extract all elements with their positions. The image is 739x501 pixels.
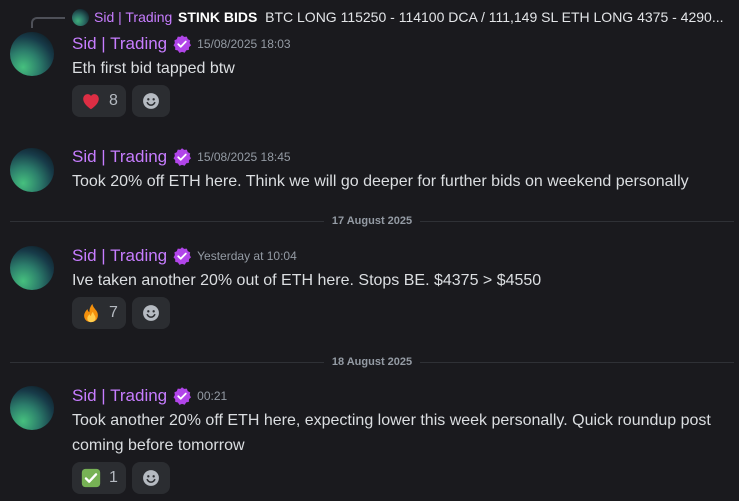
verified-badge-icon — [173, 247, 192, 265]
date-divider: 18 August 2025 — [10, 355, 735, 369]
timestamp: 00:21 — [197, 389, 228, 403]
avatar[interactable] — [10, 246, 54, 290]
message-header: Sid | Trading Yesterday at 10:04 — [72, 244, 297, 268]
add-reaction-button[interactable] — [131, 85, 170, 117]
divider-line — [10, 220, 324, 222]
message-content: Ive taken another 20% out of ETH here. S… — [72, 272, 542, 289]
verified-badge-icon — [173, 35, 192, 53]
reaction-check-mark[interactable]: 1 — [72, 462, 126, 494]
reply-text[interactable]: STINK BIDS BTC LONG 115250 - 114100 DCA … — [178, 9, 724, 25]
reaction-count: 7 — [109, 304, 118, 321]
divider-date: 17 August 2025 — [331, 215, 413, 227]
reply-connector — [31, 17, 65, 28]
timestamp: 15/08/2025 18:45 — [197, 150, 291, 164]
message-content: Eth first bid tapped btw — [72, 60, 235, 77]
message-header: Sid | Trading 15/08/2025 18:03 — [72, 32, 291, 56]
divider-line — [420, 220, 735, 222]
reply-body-text: BTC LONG 115250 - 114100 DCA / 111,149 S… — [265, 9, 724, 25]
reactions: 8 — [72, 85, 170, 117]
timestamp: 15/08/2025 18:03 — [197, 37, 291, 51]
avatar[interactable] — [10, 148, 54, 192]
check-mark-icon — [81, 468, 101, 488]
add-reaction-button[interactable] — [131, 297, 170, 329]
smiley-icon — [142, 93, 159, 109]
author-name[interactable]: Sid | Trading — [72, 147, 167, 167]
avatar[interactable] — [10, 32, 54, 76]
verified-badge-icon — [173, 148, 192, 166]
date-divider: 17 August 2025 — [10, 214, 735, 228]
author-name[interactable]: Sid | Trading — [72, 34, 167, 54]
verified-badge-icon — [173, 387, 192, 405]
fire-icon — [84, 303, 98, 323]
reaction-count: 1 — [109, 469, 118, 486]
divider-line — [420, 361, 735, 363]
reply-preview[interactable]: Sid | Trading STINK BIDS BTC LONG 115250… — [0, 6, 739, 28]
reaction-fire[interactable]: 7 — [72, 297, 126, 329]
divider-date: 18 August 2025 — [331, 356, 413, 368]
message-header: Sid | Trading 15/08/2025 18:45 — [72, 145, 291, 169]
message-content: Took 20% off ETH here. Think we will go … — [72, 173, 689, 190]
smiley-icon — [142, 305, 159, 321]
author-name[interactable]: Sid | Trading — [72, 386, 167, 406]
reply-author[interactable]: Sid | Trading — [94, 9, 172, 25]
author-name[interactable]: Sid | Trading — [72, 246, 167, 266]
timestamp: Yesterday at 10:04 — [197, 249, 297, 263]
reaction-heart[interactable]: 8 — [72, 85, 126, 117]
divider-line — [10, 361, 324, 363]
avatar[interactable] — [10, 386, 54, 430]
smiley-icon — [142, 470, 159, 486]
reply-bold-text: STINK BIDS — [178, 9, 258, 25]
message-header: Sid | Trading 00:21 — [72, 384, 227, 408]
reactions: 7 — [72, 297, 170, 329]
message-content: Took another 20% off ETH here, expecting… — [72, 412, 711, 454]
add-reaction-button[interactable] — [131, 462, 170, 494]
reactions: 1 — [72, 462, 170, 494]
reaction-count: 8 — [109, 92, 118, 109]
heart-icon — [83, 94, 99, 110]
reply-avatar[interactable] — [72, 9, 89, 26]
